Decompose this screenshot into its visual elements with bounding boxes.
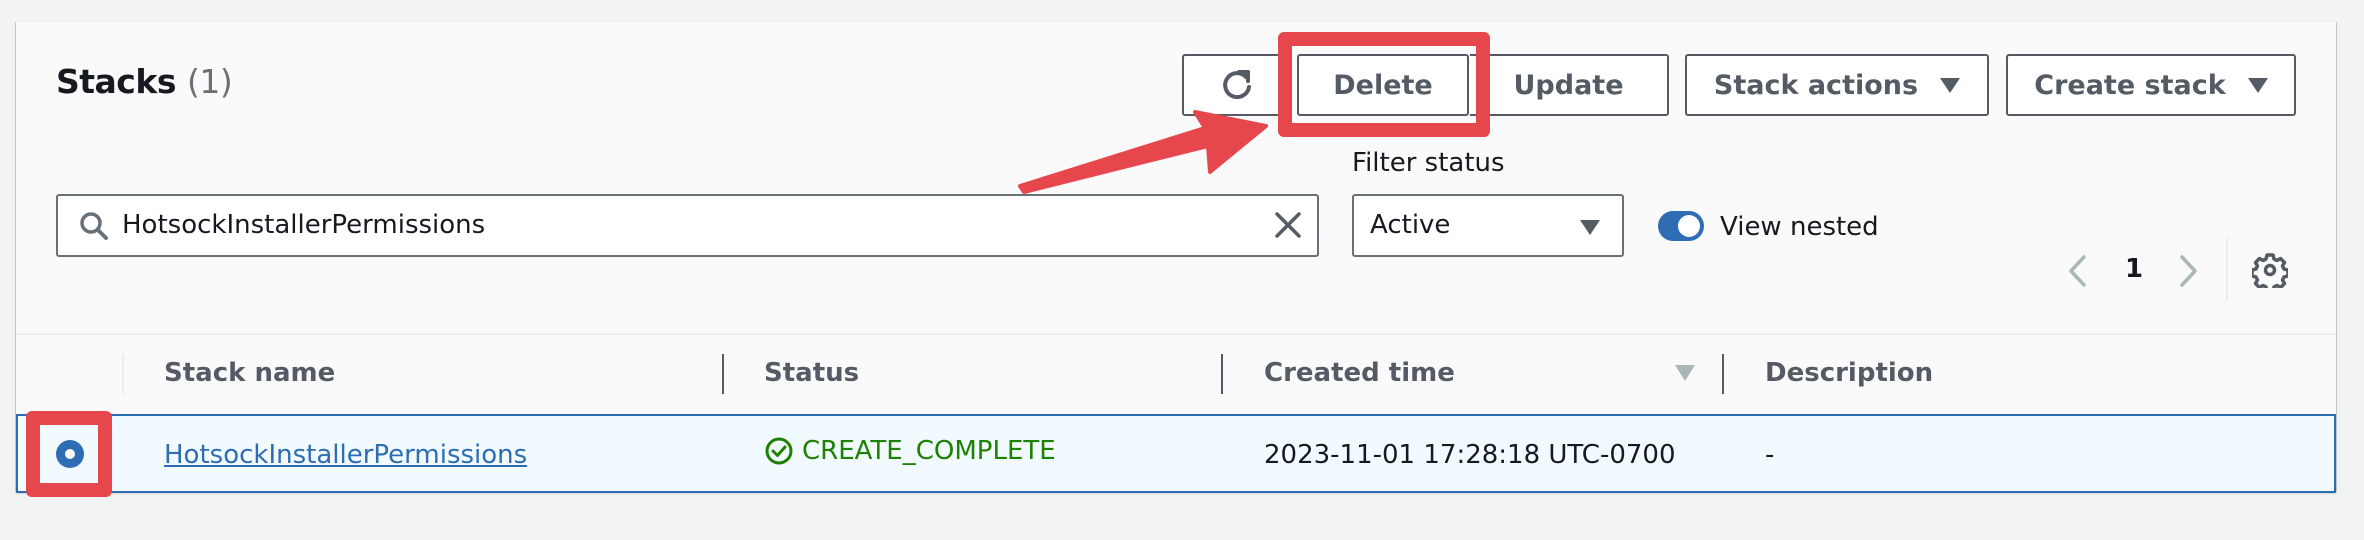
radio-highlight-box (26, 411, 112, 497)
status-text: CREATE_COMPLETE (802, 436, 1056, 466)
refresh-icon (1223, 70, 1251, 100)
view-nested-toggle[interactable] (1658, 211, 1704, 241)
view-nested-label: View nested (1720, 212, 1879, 242)
search-input[interactable]: HotsockInstallerPermissions (56, 194, 1319, 257)
page-title: Stacks (1) (56, 62, 233, 101)
column-header-description[interactable]: Description (1765, 358, 1933, 388)
stack-count: (1) (186, 62, 233, 101)
column-divider[interactable] (1722, 354, 1724, 394)
created-time-cell: 2023-11-01 17:28:18 UTC-0700 (1264, 440, 1676, 470)
column-header-created-time[interactable]: Created time (1264, 358, 1455, 388)
search-value: HotsockInstallerPermissions (122, 210, 486, 240)
check-circle-icon (765, 437, 793, 465)
create-stack-label: Create stack (2034, 69, 2226, 101)
stack-actions-button[interactable]: Stack actions (1685, 54, 1989, 116)
chevron-left-icon[interactable] (2066, 254, 2090, 288)
column-divider (122, 354, 124, 394)
status-badge: CREATE_COMPLETE (764, 436, 1056, 466)
column-divider[interactable] (1221, 354, 1223, 394)
filter-status-select[interactable]: Active (1352, 194, 1624, 257)
gear-icon[interactable] (2252, 252, 2288, 288)
table-top-divider (16, 333, 2336, 335)
create-stack-button[interactable]: Create stack (2006, 54, 2296, 116)
stack-name-link[interactable]: HotsockInstallerPermissions (164, 440, 527, 470)
description-cell: - (1765, 440, 1775, 470)
caret-down-icon (2247, 77, 2268, 93)
filter-status-label: Filter status (1352, 148, 1505, 178)
search-icon (80, 212, 108, 240)
caret-down-icon (1940, 77, 1961, 93)
pagination-divider (2226, 238, 2228, 300)
refresh-button[interactable] (1182, 54, 1292, 116)
sort-descending-icon[interactable] (1674, 364, 1696, 382)
toggle-knob (1678, 215, 1700, 237)
caret-down-icon (1580, 220, 1600, 235)
delete-highlight-box (1278, 32, 1490, 137)
column-header-status[interactable]: Status (764, 358, 859, 388)
column-divider[interactable] (722, 354, 724, 394)
title-text: Stacks (56, 62, 176, 101)
close-icon[interactable] (1273, 210, 1303, 240)
stack-actions-label: Stack actions (1713, 69, 1919, 101)
update-button[interactable]: Update (1470, 54, 1669, 116)
page-number[interactable]: 1 (2125, 254, 2143, 284)
filter-status-value: Active (1370, 210, 1451, 240)
column-header-stack-name[interactable]: Stack name (164, 358, 335, 388)
chevron-right-icon[interactable] (2176, 254, 2200, 288)
